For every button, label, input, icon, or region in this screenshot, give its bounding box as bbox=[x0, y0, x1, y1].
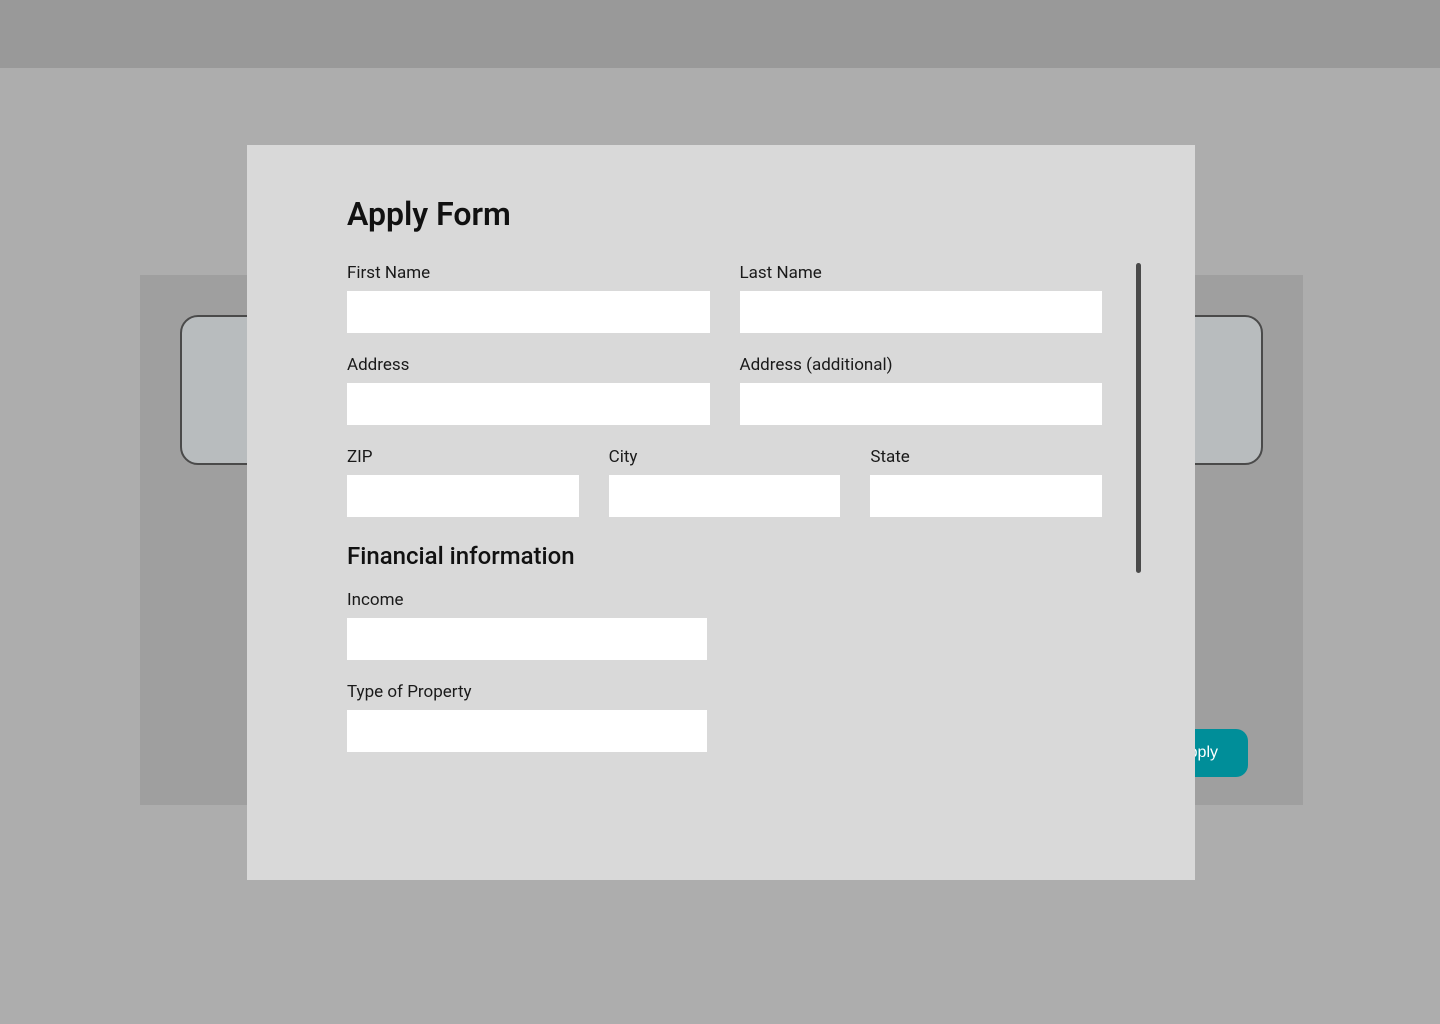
address2-input[interactable] bbox=[740, 383, 1103, 425]
city-label: City bbox=[609, 447, 841, 467]
scrollbar-thumb[interactable] bbox=[1136, 263, 1141, 573]
modal-title: Apply Form bbox=[347, 195, 1140, 233]
city-input[interactable] bbox=[609, 475, 841, 517]
address-label: Address bbox=[347, 355, 710, 375]
state-input[interactable] bbox=[870, 475, 1102, 517]
first-name-label: First Name bbox=[347, 263, 710, 283]
address2-label: Address (additional) bbox=[740, 355, 1103, 375]
income-input[interactable] bbox=[347, 618, 707, 660]
first-name-input[interactable] bbox=[347, 291, 710, 333]
address-input[interactable] bbox=[347, 383, 710, 425]
last-name-label: Last Name bbox=[740, 263, 1103, 283]
zip-input[interactable] bbox=[347, 475, 579, 517]
zip-label: ZIP bbox=[347, 447, 579, 467]
state-label: State bbox=[870, 447, 1102, 467]
top-bar bbox=[0, 0, 1440, 68]
income-label: Income bbox=[347, 590, 707, 610]
apply-form-modal: Apply Form First Name Last Name Address … bbox=[247, 145, 1195, 880]
form-scroll-area: First Name Last Name Address Address (ad… bbox=[347, 263, 1140, 752]
financial-section-title: Financial information bbox=[347, 542, 1140, 570]
last-name-input[interactable] bbox=[740, 291, 1103, 333]
property-type-input[interactable] bbox=[347, 710, 707, 752]
property-type-label: Type of Property bbox=[347, 682, 707, 702]
